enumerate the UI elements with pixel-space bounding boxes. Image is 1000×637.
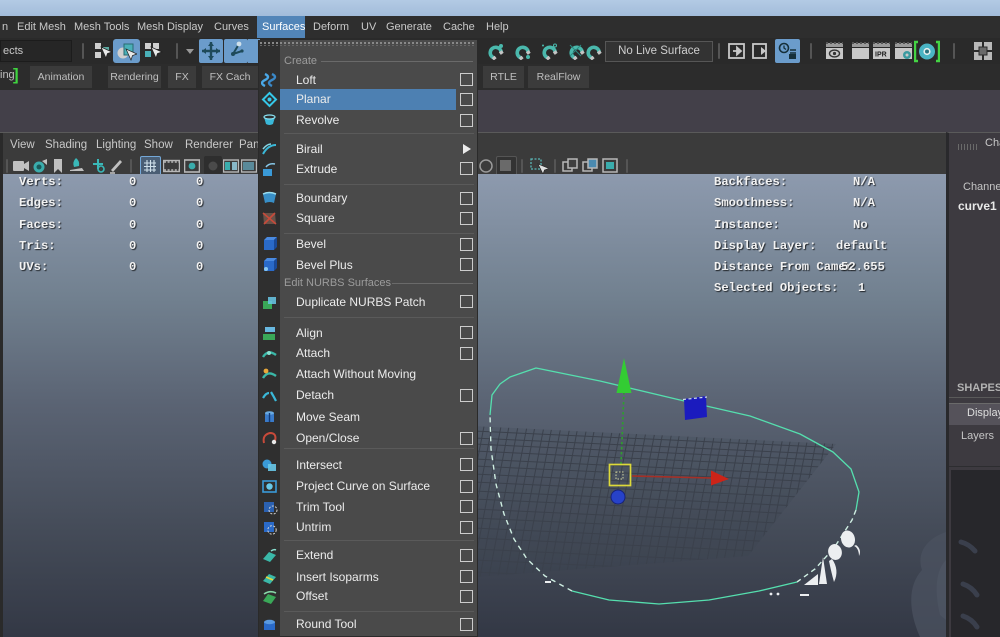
svg-text:IPR: IPR — [875, 52, 887, 59]
